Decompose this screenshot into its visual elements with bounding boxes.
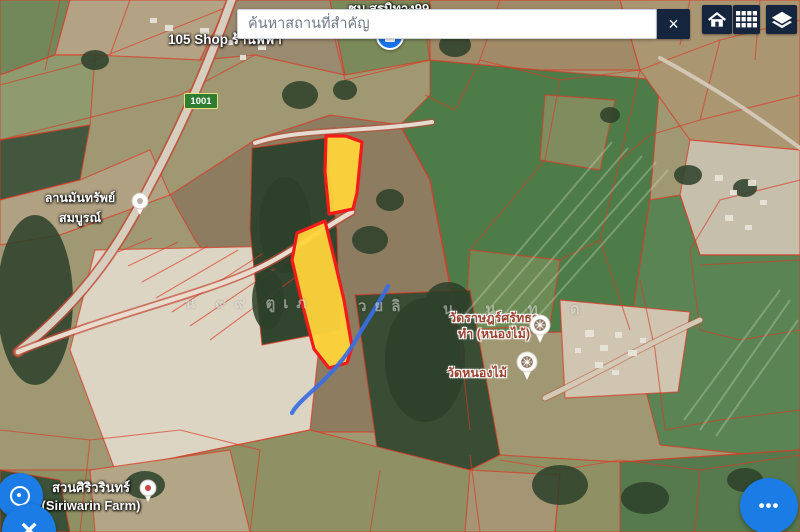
- map-app-window: 105 Shop ร้านพี่ฟา ชุม สุรมิทาง99 ลานมัน…: [0, 0, 800, 532]
- close-icon: ×: [668, 15, 679, 33]
- cassava-yard-pin[interactable]: [131, 192, 149, 221]
- satellite-map[interactable]: [0, 0, 800, 532]
- temple-pin-icon: [529, 314, 551, 344]
- route-shield-1001: 1001: [184, 93, 218, 109]
- grid-button[interactable]: [733, 5, 760, 34]
- home-button[interactable]: [702, 5, 732, 34]
- poi-dot-pin-icon: [131, 192, 149, 216]
- poi-dot-pin-icon: [139, 479, 157, 503]
- wat-nong-pin[interactable]: [516, 351, 538, 386]
- locate-icon: [10, 486, 30, 506]
- farm-pin[interactable]: [139, 479, 157, 508]
- grid-icon: [736, 11, 757, 28]
- more-options-fab[interactable]: •••: [740, 478, 798, 532]
- layers-button[interactable]: [766, 5, 797, 34]
- search-clear-button[interactable]: ×: [657, 9, 690, 39]
- layers-icon: [770, 9, 794, 31]
- temple-pin-icon: [516, 351, 538, 381]
- wat-rat-pin[interactable]: [529, 314, 551, 349]
- ellipsis-icon: •••: [759, 496, 780, 516]
- search-input[interactable]: [237, 9, 657, 39]
- close-icon: ×: [20, 514, 38, 532]
- home-icon: [706, 10, 728, 30]
